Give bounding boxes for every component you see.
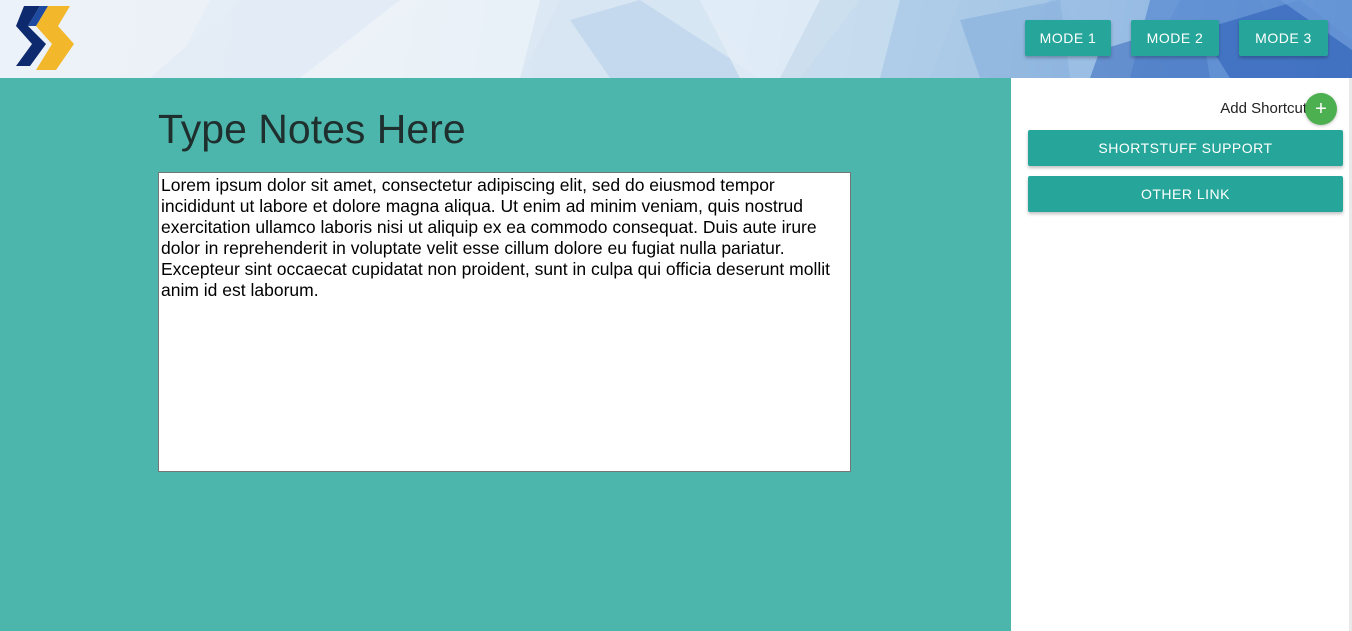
other-link-button[interactable]: OTHER LINK bbox=[1028, 176, 1343, 212]
add-shortcut-label: Add Shortcut bbox=[1220, 100, 1307, 117]
plus-icon: + bbox=[1315, 98, 1327, 120]
mode-2-button[interactable]: MODE 2 bbox=[1131, 20, 1219, 56]
header-banner: MODE 1 MODE 2 MODE 3 bbox=[0, 0, 1352, 78]
shortstuff-support-link-button[interactable]: SHORTSTUFF SUPPORT bbox=[1028, 130, 1343, 166]
notes-textarea[interactable] bbox=[158, 172, 851, 472]
shortcuts-sidebar: Add Shortcut + SHORTSTUFF SUPPORT OTHER … bbox=[1011, 78, 1352, 631]
mode-3-button[interactable]: MODE 3 bbox=[1239, 20, 1328, 56]
page-title: Type Notes Here bbox=[158, 106, 466, 152]
add-shortcut-button[interactable]: + bbox=[1305, 93, 1337, 125]
notes-panel: Type Notes Here bbox=[0, 78, 1011, 631]
shortstuff-logo-icon[interactable] bbox=[14, 4, 76, 70]
app-window: MODE 1 MODE 2 MODE 3 Type Notes Here Add… bbox=[0, 0, 1352, 631]
mode-1-button[interactable]: MODE 1 bbox=[1025, 20, 1111, 56]
